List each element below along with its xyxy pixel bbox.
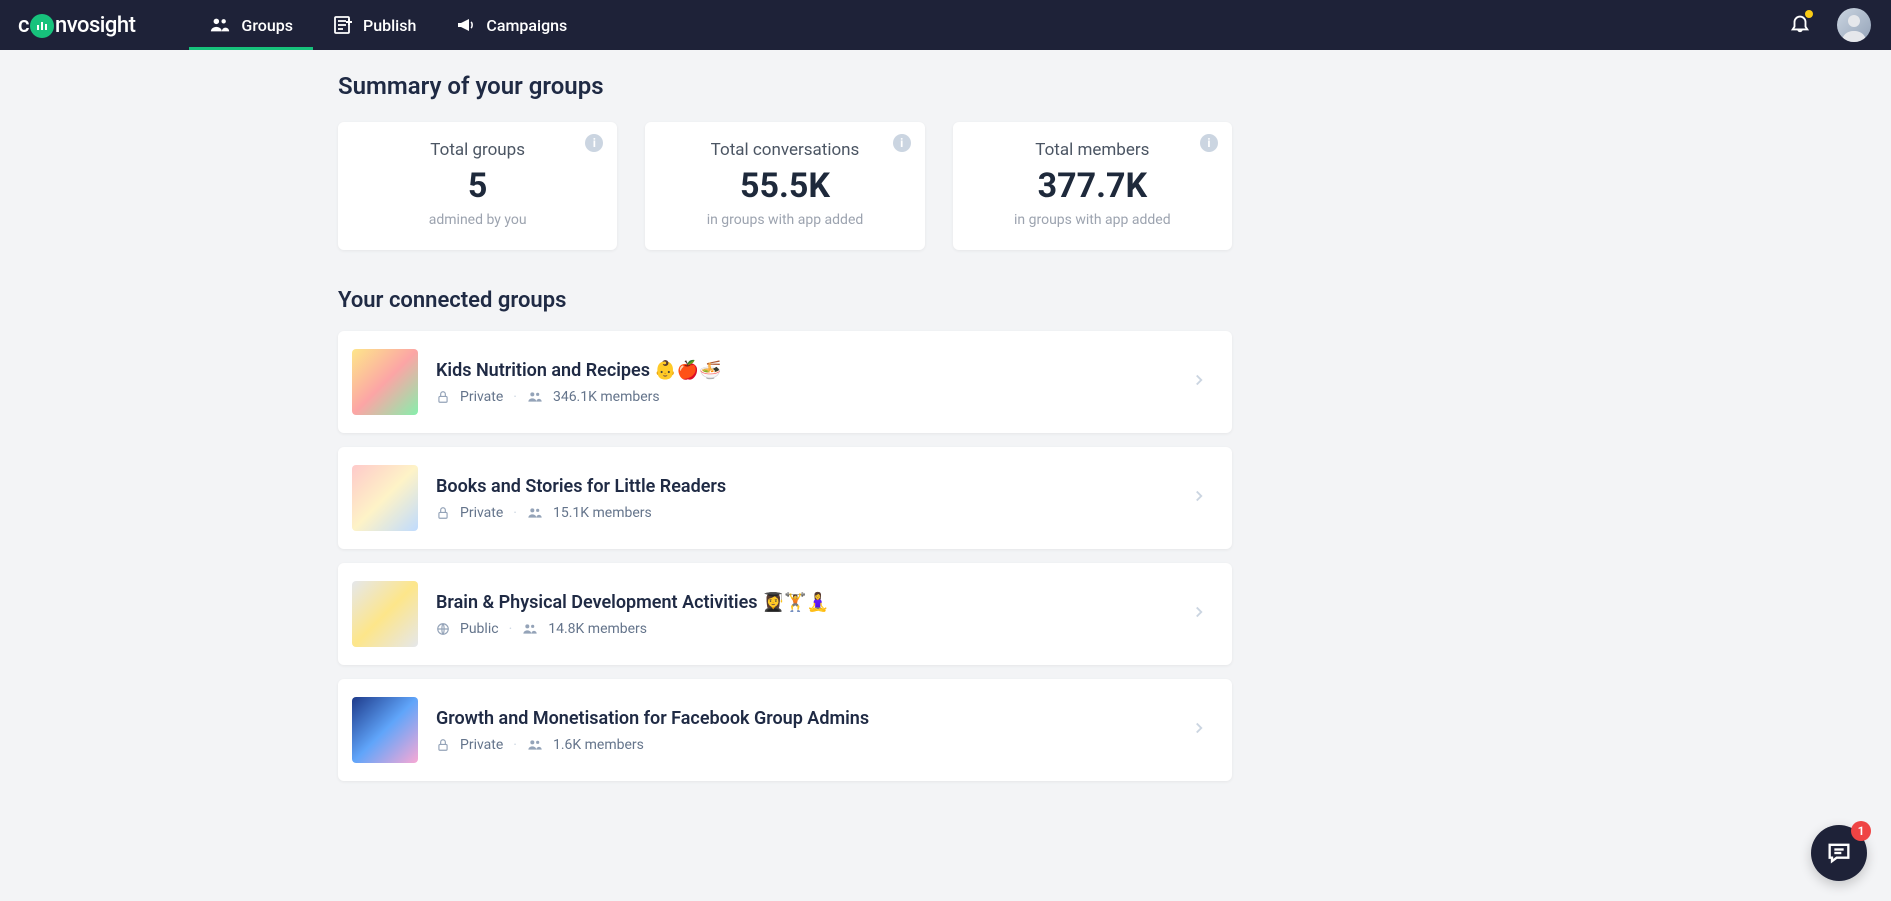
group-name: Books and Stories for Little Readers [436, 476, 1172, 497]
lock-icon [436, 506, 450, 520]
notification-dot-icon [1805, 10, 1813, 18]
card-value: 5 [358, 166, 597, 206]
card-label: Total conversations [665, 140, 904, 160]
nav-publish[interactable]: Publish [313, 0, 436, 50]
card-total-conversations: i Total conversations 55.5K in groups wi… [645, 122, 924, 250]
card-label: Total groups [358, 140, 597, 160]
separator: · [513, 505, 517, 521]
notifications-button[interactable] [1789, 12, 1811, 38]
card-total-members: i Total members 377.7K in groups with ap… [953, 122, 1232, 250]
groups-list: Kids Nutrition and Recipes 👶🍎🍜 Private · 34… [338, 331, 1232, 781]
group-privacy: Private [460, 505, 503, 521]
info-icon[interactable]: i [893, 134, 911, 152]
group-body: Books and Stories for Little Readers Priv… [436, 476, 1172, 521]
main-nav: Groups Publish Campaigns [189, 0, 587, 50]
group-body: Kids Nutrition and Recipes 👶🍎🍜 Private · 34… [436, 360, 1172, 405]
group-meta: Private · 15.1K members [436, 505, 1172, 521]
logo-post: nvosight [55, 13, 135, 38]
members-icon [522, 622, 538, 636]
group-card[interactable]: Kids Nutrition and Recipes 👶🍎🍜 Private · 34… [338, 331, 1232, 433]
group-body: Growth and Monetisation for Facebook Gro… [436, 708, 1172, 753]
card-sub: in groups with app added [665, 212, 904, 228]
lock-icon [436, 738, 450, 752]
group-members: 1.6K members [553, 737, 644, 753]
group-thumbnail [352, 581, 418, 647]
logo-pre: c [18, 13, 29, 38]
lock-icon [436, 390, 450, 404]
group-members: 15.1K members [553, 505, 652, 521]
card-label: Total members [973, 140, 1212, 160]
group-meta: Public · 14.8K members [436, 621, 1172, 637]
logo-mark-icon [30, 14, 54, 38]
user-avatar[interactable] [1837, 8, 1871, 42]
group-name: Growth and Monetisation for Facebook Gro… [436, 708, 1172, 729]
card-sub: in groups with app added [973, 212, 1212, 228]
members-icon [527, 390, 543, 404]
group-body: Brain & Physical Development Activities … [436, 592, 1172, 637]
card-value: 55.5K [665, 166, 904, 206]
separator: · [509, 621, 513, 637]
connected-title: Your connected groups [338, 288, 1232, 313]
card-value: 377.7K [973, 166, 1212, 206]
nav-label: Campaigns [486, 16, 567, 35]
group-name: Brain & Physical Development Activities … [436, 592, 1172, 613]
separator: · [513, 389, 517, 405]
main-content: Summary of your groups i Total groups 5 … [338, 50, 1232, 781]
campaigns-icon [456, 16, 476, 34]
nav-label: Publish [363, 16, 416, 35]
separator: · [513, 737, 517, 753]
group-privacy: Public [460, 621, 499, 637]
group-card[interactable]: Growth and Monetisation for Facebook Gro… [338, 679, 1232, 781]
chevron-right-icon [1190, 371, 1208, 393]
chat-badge: 1 [1851, 821, 1871, 841]
summary-title: Summary of your groups [338, 72, 1232, 100]
publish-icon [333, 15, 353, 35]
chevron-right-icon [1190, 603, 1208, 625]
info-icon[interactable]: i [1200, 134, 1218, 152]
nav-groups[interactable]: Groups [189, 0, 313, 50]
logo[interactable]: c nvosight [18, 13, 135, 38]
group-privacy: Private [460, 737, 503, 753]
nav-label: Groups [241, 16, 293, 35]
group-name: Kids Nutrition and Recipes 👶🍎🍜 [436, 360, 1172, 381]
app-header: c nvosight Groups Publish [0, 0, 1891, 50]
chevron-right-icon [1190, 487, 1208, 509]
header-left: c nvosight Groups Publish [18, 0, 587, 50]
info-icon[interactable]: i [585, 134, 603, 152]
group-thumbnail [352, 697, 418, 763]
chat-button[interactable]: 1 [1811, 825, 1867, 881]
group-privacy: Private [460, 389, 503, 405]
members-icon [527, 506, 543, 520]
card-total-groups: i Total groups 5 admined by you [338, 122, 617, 250]
card-sub: admined by you [358, 212, 597, 228]
members-icon [527, 738, 543, 752]
group-card[interactable]: Books and Stories for Little Readers Priv… [338, 447, 1232, 549]
group-meta: Private · 346.1K members [436, 389, 1172, 405]
groups-icon [209, 17, 231, 33]
nav-campaigns[interactable]: Campaigns [436, 0, 587, 50]
group-members: 14.8K members [548, 621, 647, 637]
group-members: 346.1K members [553, 389, 660, 405]
header-right [1789, 8, 1871, 42]
chevron-right-icon [1190, 719, 1208, 741]
summary-cards: i Total groups 5 admined by you i Total … [338, 122, 1232, 250]
group-thumbnail [352, 465, 418, 531]
globe-icon [436, 622, 450, 636]
chat-icon [1825, 839, 1853, 867]
group-card[interactable]: Brain & Physical Development Activities … [338, 563, 1232, 665]
group-thumbnail [352, 349, 418, 415]
group-meta: Private · 1.6K members [436, 737, 1172, 753]
